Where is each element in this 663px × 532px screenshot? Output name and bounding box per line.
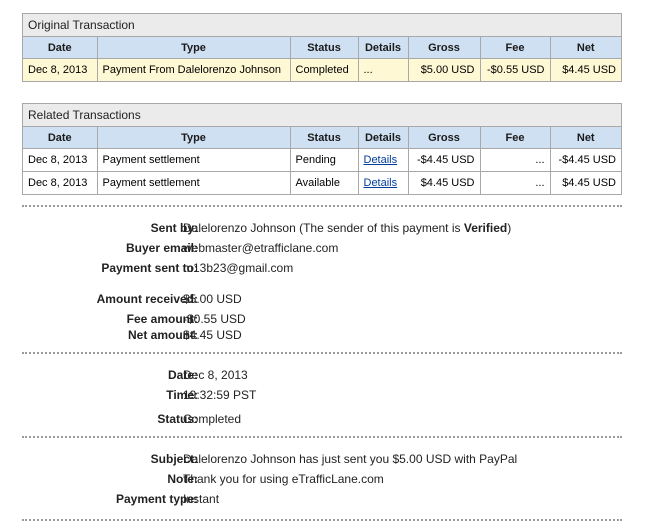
cell-status: Pending [289,148,359,172]
col-header-type: Type [96,37,291,59]
table-row: Dec 8, 2013 Payment settlement Pending D… [23,148,621,172]
verified-status: Verified [463,221,508,235]
dotted-divider [22,436,622,438]
col-header-status: Status [289,127,359,149]
cell-type: Payment settlement [96,148,291,172]
related-transactions-title: Related Transactions [23,104,621,127]
cell-date: Dec 8, 2013 [23,58,98,81]
net-amount-value: $4.45 USD [183,328,242,342]
sender-note-close: ) [507,221,512,235]
table-row: Dec 8, 2013 Payment settlement Available… [23,171,621,194]
original-transaction-panel: Original Transaction Date Type Status De… [22,13,622,82]
col-header-status: Status [289,37,359,59]
col-header-net: Net [549,37,621,59]
net-amount-row: Net amount: $4.45 USD [22,328,622,346]
col-header-gross: Gross [407,127,481,149]
status-value: Completed [183,412,242,426]
sender-name: Dalelorenzo Johnson [183,221,296,235]
cell-date: Dec 8, 2013 [23,171,98,194]
cell-date: Dec 8, 2013 [23,148,98,172]
col-header-date: Date [23,37,98,59]
original-transaction-table: Date Type Status Details Gross Fee Net D… [23,37,621,81]
amount-received-row: Amount received: $5.00 USD [22,292,622,310]
date-row: Date: Dec 8, 2013 [22,368,622,386]
buyer-email-row: Buyer email: webmaster@etrafficlane.com [22,241,622,259]
time-value: 19:32:59 PST [183,388,257,402]
payment-sent-to-value: m13b23@gmail.com [183,261,294,275]
dotted-divider [22,205,622,207]
cell-type: Payment settlement [96,171,291,194]
date-value: Dec 8, 2013 [183,368,248,382]
cell-type: Payment From Dalelorenzo Johnson [96,58,291,81]
sent-by-value: Dalelorenzo Johnson (The sender of this … [183,221,511,235]
details-link[interactable]: Details [364,154,398,166]
dotted-divider [22,519,622,521]
related-transactions-panel: Related Transactions Date Type Status De… [22,103,622,195]
buyer-email-value: webmaster@etrafficlane.com [183,241,339,255]
col-header-details: Details [357,37,409,59]
cell-gross: $5.00 USD [407,58,481,81]
payment-type-row: Payment type: Instant [22,492,622,510]
col-header-type: Type [96,127,291,149]
related-transactions-table: Date Type Status Details Gross Fee Net D… [23,127,621,194]
cell-net: $4.45 USD [549,58,621,81]
status-row: Status: Completed [22,412,622,430]
cell-status: Completed [289,58,359,81]
subject-value: Dalelorenzo Johnson has just sent you $5… [183,452,518,466]
table-header-row: Date Type Status Details Gross Fee Net [23,37,621,59]
cell-gross: -$4.45 USD [407,148,481,172]
payment-sent-to-row: Payment sent to: m13b23@gmail.com [22,261,622,279]
col-header-fee: Fee [479,127,551,149]
note-row: Note: Thank you for using eTrafficLane.c… [22,472,622,490]
cell-fee: ... [479,171,551,194]
col-header-date: Date [23,127,98,149]
dotted-divider [22,352,622,354]
table-row: Dec 8, 2013 Payment From Dalelorenzo Joh… [23,58,621,81]
cell-fee: ... [479,148,551,172]
amount-received-value: $5.00 USD [183,292,242,306]
subject-row: Subject: Dalelorenzo Johnson has just se… [22,452,622,470]
details-link[interactable]: Details [364,177,398,189]
cell-status: Available [289,171,359,194]
cell-net: $4.45 USD [549,171,621,194]
fee-amount-value: -$0.55 USD [183,312,246,326]
cell-details: ... [357,58,409,81]
payment-type-value: Instant [183,492,220,506]
col-header-details: Details [357,127,409,149]
original-transaction-title: Original Transaction [23,14,621,37]
cell-net: -$4.45 USD [549,148,621,172]
sent-by-row: Sent by: Dalelorenzo Johnson (The sender… [22,221,622,239]
sender-note: (The sender of this payment is [299,221,461,235]
col-header-net: Net [549,127,621,149]
col-header-fee: Fee [479,37,551,59]
time-row: Time: 19:32:59 PST [22,388,622,406]
note-value: Thank you for using eTrafficLane.com [183,472,384,486]
col-header-gross: Gross [407,37,481,59]
cell-fee: -$0.55 USD [479,58,551,81]
cell-gross: $4.45 USD [407,171,481,194]
table-header-row: Date Type Status Details Gross Fee Net [23,127,621,149]
